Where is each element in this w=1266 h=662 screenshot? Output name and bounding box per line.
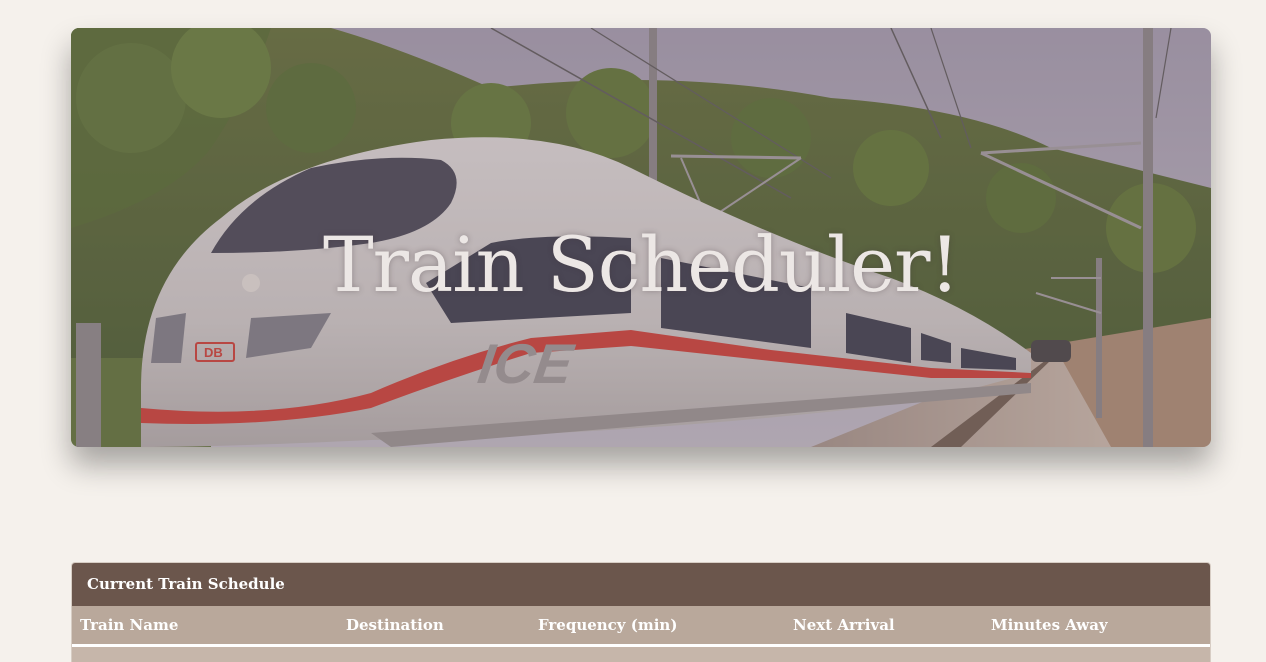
column-header-minutes-away: Minutes Away: [991, 616, 1108, 634]
page-title: Train Scheduler!: [322, 220, 960, 309]
column-header-next-arrival: Next Arrival: [793, 616, 895, 634]
column-header-destination: Destination: [346, 616, 444, 634]
hero-banner: ICE DB Train Scheduler!: [71, 28, 1211, 447]
panel-heading: Current Train Schedule: [72, 563, 1210, 606]
train-schedule-panel: Current Train Schedule Train Name Destin…: [71, 562, 1211, 662]
table-body: [72, 647, 1210, 662]
column-header-train-name: Train Name: [80, 616, 179, 634]
table-header-row: Train Name Destination Frequency (min) N…: [72, 606, 1210, 647]
column-header-frequency: Frequency (min): [538, 616, 678, 634]
